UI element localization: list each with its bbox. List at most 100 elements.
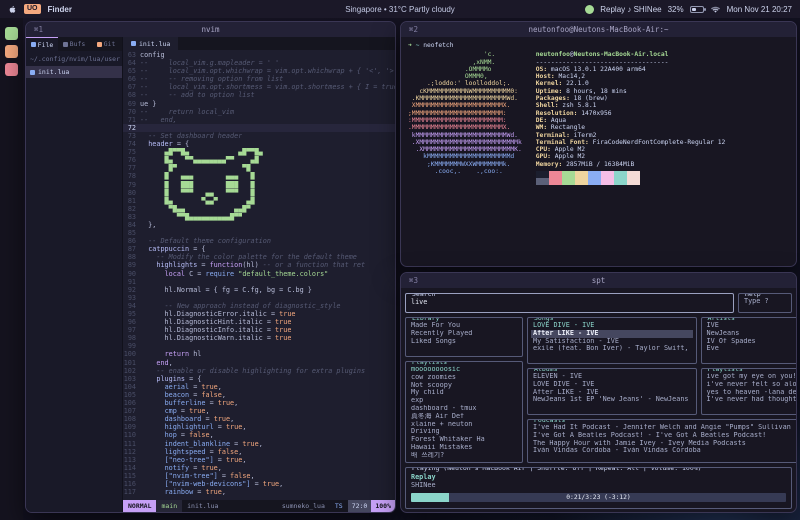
playlists-item[interactable]: moooooooosic bbox=[409, 366, 519, 374]
playlists2-item[interactable]: yes to heaven -lana del rey bbox=[705, 389, 797, 397]
artists-item[interactable]: Eve bbox=[705, 345, 797, 353]
playlists2-item[interactable]: I've never had thoughts that control me bbox=[705, 396, 797, 404]
code-line[interactable]: 101 end, bbox=[123, 359, 395, 367]
albums-item[interactable]: After LIKE - IVE bbox=[531, 389, 693, 397]
podcasts-item[interactable]: I've Had It Podcast - Jennifer Welch and… bbox=[531, 424, 797, 432]
podcasts-item[interactable]: Iván Vindas Córdoba - Iván Vindas Córdob… bbox=[531, 447, 797, 455]
active-app-name[interactable]: Finder bbox=[48, 5, 72, 14]
songs-item[interactable]: My Satisfaction - IVE bbox=[531, 338, 693, 346]
podcasts-item[interactable]: The Happy Hour with Jamie Ivey - Ivey Me… bbox=[531, 440, 797, 448]
code-line[interactable]: 96 hl.DiagnosticHint.italic = true bbox=[123, 318, 395, 326]
playlists-item[interactable]: Forest Whitaker Ha bbox=[409, 436, 519, 444]
dock-app-green[interactable] bbox=[5, 27, 18, 40]
playlists-item[interactable]: My child bbox=[409, 389, 519, 397]
code-line[interactable]: 100 return hl bbox=[123, 350, 395, 358]
code-line[interactable]: 75 ▄█▀▀█▄ ▄█▀▀█▄ bbox=[123, 148, 395, 156]
code-line[interactable]: 78 █ ▄▄▄ ▄▄▄ █ bbox=[123, 172, 395, 180]
code-line[interactable]: 74 header = { bbox=[123, 140, 395, 148]
now-playing-text[interactable]: Replay ♪ SHINee bbox=[600, 5, 661, 14]
code-line[interactable]: 79 █ ███ ███ █ bbox=[123, 181, 395, 189]
library-item[interactable]: Recently Played bbox=[409, 330, 519, 338]
dock-app-pink[interactable] bbox=[5, 63, 18, 76]
code-line[interactable]: 91 bbox=[123, 278, 395, 286]
code-line[interactable]: 84 }, bbox=[123, 221, 395, 229]
code-line[interactable]: 94 -- New approach instead of diagnostic… bbox=[123, 302, 395, 310]
code-line[interactable]: 97 hl.DiagnosticInfo.italic = true bbox=[123, 326, 395, 334]
weather-status[interactable]: Singapore • 31°C Partly cloudy bbox=[345, 5, 455, 14]
explorer-file-init-lua[interactable]: init.lua bbox=[26, 66, 122, 78]
playlists-item[interactable]: dashboard - tmux bbox=[409, 405, 519, 413]
code-line[interactable]: 82 ▀█▄▄ ▄▄█▀ bbox=[123, 205, 395, 213]
albums-item[interactable]: ELEVEN - IVE bbox=[531, 373, 693, 381]
albums-item[interactable]: NewJeans 1st EP 'New Jeans' - NewJeans bbox=[531, 396, 693, 404]
help-box[interactable]: Help Type ? bbox=[738, 293, 792, 313]
playlists2-item[interactable]: ive got my eye on you!! bbox=[705, 373, 797, 381]
code-line[interactable]: 95 hl.DiagnosticError.italic = true bbox=[123, 310, 395, 318]
code-line[interactable]: 109 highlighturl = true, bbox=[123, 423, 395, 431]
playlists-item[interactable]: xlaine + neuton bbox=[409, 421, 519, 429]
code-line[interactable]: 77 █▀ ▀█ bbox=[123, 164, 395, 172]
tab-git[interactable]: Git bbox=[90, 37, 122, 51]
songs-item[interactable]: LOVE DIVE - IVE bbox=[531, 322, 693, 330]
code-line[interactable]: 107 cmp = true, bbox=[123, 407, 395, 415]
code-line[interactable]: 76 █▄ ▀▀▄▄▄▄▄▄▄▄▀▀ ▄█ bbox=[123, 156, 395, 164]
code-line[interactable]: 93 bbox=[123, 294, 395, 302]
library-item[interactable]: Made For You bbox=[409, 322, 519, 330]
songs-item[interactable]: exile (feat. Bon Iver) - Taylor Swift, bbox=[531, 345, 693, 353]
artists-item[interactable]: NewJeans bbox=[705, 330, 797, 338]
songs-item[interactable]: After LIKE - IVE bbox=[531, 330, 693, 338]
code-line[interactable]: 117 rainbow = true, bbox=[123, 488, 395, 496]
albums-item[interactable]: LOVE DIVE - IVE bbox=[531, 381, 693, 389]
library-item[interactable]: Liked Songs bbox=[409, 338, 519, 346]
code-line[interactable]: 85 bbox=[123, 229, 395, 237]
code-line[interactable]: 114 notify = true, bbox=[123, 464, 395, 472]
code-line[interactable]: 90 local C = require "default_theme.colo… bbox=[123, 270, 395, 278]
battery-icon[interactable] bbox=[690, 6, 704, 13]
code-line[interactable]: 73 -- Set dashboard header bbox=[123, 132, 395, 140]
code-line[interactable]: 98 hl.DiagnosticWarn.italic = true bbox=[123, 334, 395, 342]
workspace-badge[interactable]: UO bbox=[24, 4, 41, 14]
code-line[interactable]: 113 ["neo-tree"] = true, bbox=[123, 456, 395, 464]
code-line[interactable]: 115 ["nvim-tree"] = false, bbox=[123, 472, 395, 480]
nvim-titlebar[interactable]: ⌘1 nvim bbox=[26, 22, 395, 37]
menu-clock[interactable]: Mon Nov 21 20:27 bbox=[727, 5, 792, 14]
terminal-titlebar[interactable]: ⌘2 neutonfoo@Neutons-MacBook-Air:~ bbox=[401, 22, 796, 37]
code-line[interactable]: 70-- return local_vim bbox=[123, 108, 395, 116]
tab-file[interactable]: File bbox=[26, 37, 58, 51]
playlists2-item[interactable]: i've never felt so alone bbox=[705, 381, 797, 389]
playlists-item[interactable]: 배 쓰레기? bbox=[409, 452, 519, 460]
code-line[interactable]: 66-- -- removing option from list bbox=[123, 75, 395, 83]
playlists-item[interactable]: Hawaii Mistakes bbox=[409, 444, 519, 452]
tab-bufs[interactable]: Bufs bbox=[58, 37, 90, 51]
buffer-tab-init-lua[interactable]: init.lua bbox=[123, 37, 178, 50]
dock-app-orange[interactable] bbox=[5, 45, 18, 58]
code-line[interactable]: 68-- -- add to option list bbox=[123, 91, 395, 99]
podcasts-item[interactable]: I've Got A Beatles Podcast! - I've Got A… bbox=[531, 432, 797, 440]
apple-menu-icon[interactable] bbox=[8, 4, 17, 15]
code-line[interactable]: 110 hop = false, bbox=[123, 431, 395, 439]
code-line[interactable]: 112 lightspeed = false, bbox=[123, 448, 395, 456]
code-line[interactable]: 65-- local_vim.opt.whichwrap = vim.opt.w… bbox=[123, 67, 395, 75]
playlists-item[interactable]: 真冬海 Air Def bbox=[409, 413, 519, 421]
code-line[interactable]: 103 plugins = { bbox=[123, 375, 395, 383]
code-area[interactable]: 63config64-- local_vim.g.mapleader = ' '… bbox=[123, 50, 395, 500]
code-line[interactable]: 102 -- enable or disable highlighting fo… bbox=[123, 367, 395, 375]
code-line[interactable]: 105 beacon = false, bbox=[123, 391, 395, 399]
code-line[interactable]: 83 ▀▀█▄▄▄▄▄▄▄▄▄▄█▀▀ bbox=[123, 213, 395, 221]
code-line[interactable]: 63config bbox=[123, 51, 395, 59]
playlists-item[interactable]: Driving bbox=[409, 428, 519, 436]
code-line[interactable]: 86 -- Default theme configuration bbox=[123, 237, 395, 245]
code-line[interactable]: 88 -- Modify the color palette for the d… bbox=[123, 253, 395, 261]
artists-item[interactable]: IVE bbox=[705, 322, 797, 330]
code-line[interactable]: 80 █ ▀▀▀ ▄▄ ▀▀▀ █ bbox=[123, 189, 395, 197]
artists-item[interactable]: IV Of Spades bbox=[705, 338, 797, 346]
search-input[interactable]: Search live bbox=[405, 293, 734, 313]
terminal-content[interactable]: ➜ ~ neofetch 'c. ,xNMM. .OMMMMo OMMM0, .… bbox=[401, 37, 796, 266]
playlists-item[interactable]: exp bbox=[409, 397, 519, 405]
code-line[interactable]: 72 bbox=[123, 124, 395, 132]
code-line[interactable]: 87 catppuccin = { bbox=[123, 245, 395, 253]
code-line[interactable]: 71-- end, bbox=[123, 116, 395, 124]
code-line[interactable]: 89 highlights = function(hl) -- or a fun… bbox=[123, 261, 395, 269]
code-line[interactable]: 81 █▄ ▀▄▄▀ ▄█ bbox=[123, 197, 395, 205]
code-line[interactable]: 104 aerial = true, bbox=[123, 383, 395, 391]
